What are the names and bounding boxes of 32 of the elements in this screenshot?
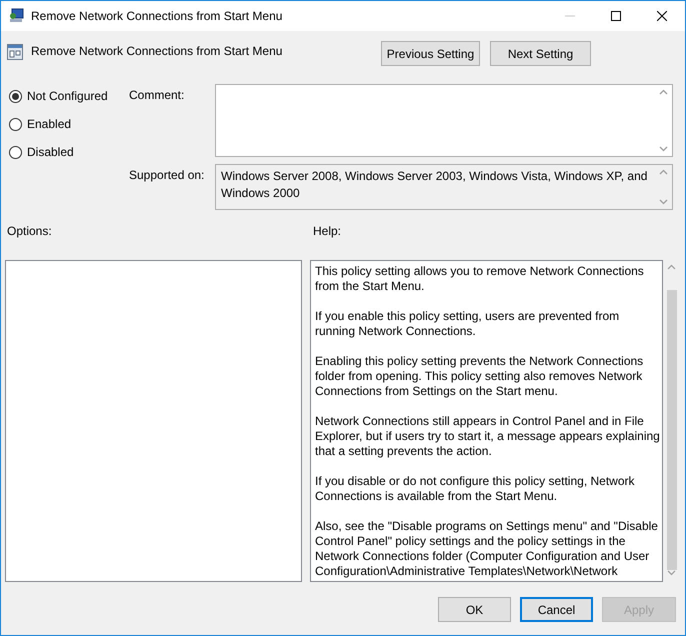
supported-on-label: Supported on: — [129, 167, 206, 184]
help-paragraph: Network Connections still appears in Control Panel and in File Explorer, but if users try to start it, a message appears explaining that a setting prevents the action. — [315, 414, 658, 459]
scroll-up-icon[interactable] — [667, 264, 676, 270]
close-icon[interactable] — [657, 11, 667, 21]
network-computer-icon — [9, 8, 25, 24]
policy-settings-icon — [7, 44, 23, 60]
setting-title: Remove Network Connections from Start Menu — [31, 44, 284, 58]
scroll-up-icon[interactable] — [659, 169, 668, 175]
maximize-icon[interactable] — [611, 11, 621, 21]
scroll-down-icon[interactable] — [667, 570, 676, 576]
options-label: Options: — [7, 224, 53, 240]
help-paragraph: If you enable this policy setting, users are prevented from running Network Connections. — [315, 309, 620, 339]
help-paragraph: Also, see the "Disable programs on Settings menu" and "Disable Control Panel" policy settings and the policy settings in the Network Connections folder (Computer Configuration and User Configuration\Administrative Templates\Network\Network — [315, 519, 658, 579]
help-label: Help: — [313, 224, 342, 240]
help-paragraph: Enabling this policy setting prevents the Network Connections folder from opening. This policy setting also removes Network Connections from Settings on the Start menu. — [315, 354, 644, 399]
help-paragraph: This policy setting allows you to remove Network Connections from the Start Menu. — [315, 264, 645, 294]
comment-label: Comment: — [129, 87, 186, 104]
help-paragraph: If you disable or do not configure this policy setting, Network Connections is available from the Start Menu. — [315, 474, 636, 504]
radio-option[interactable]: Disabled — [9, 144, 129, 160]
radio-option[interactable]: Not Configured — [9, 88, 129, 104]
supported-on-text: Windows Server 2008, Windows Server 2003, Windows Vista, Windows XP, and Windows 2000 — [220, 168, 648, 202]
scroll-up-icon[interactable] — [659, 89, 668, 95]
next-setting-button[interactable]: Next Setting — [490, 41, 591, 66]
radio-option[interactable]: Enabled — [9, 116, 129, 132]
cancel-button[interactable]: Cancel — [520, 597, 593, 622]
scroll-down-icon[interactable] — [659, 199, 668, 205]
scroll-down-icon[interactable] — [659, 146, 668, 152]
scrollbar-thumb[interactable] — [666, 290, 676, 570]
window-title: Remove Network Connections from Start Menu — [31, 9, 284, 23]
comment-field[interactable] — [215, 84, 673, 157]
previous-setting-button[interactable]: Previous Setting — [381, 41, 480, 66]
ok-button[interactable]: OK — [438, 597, 511, 622]
